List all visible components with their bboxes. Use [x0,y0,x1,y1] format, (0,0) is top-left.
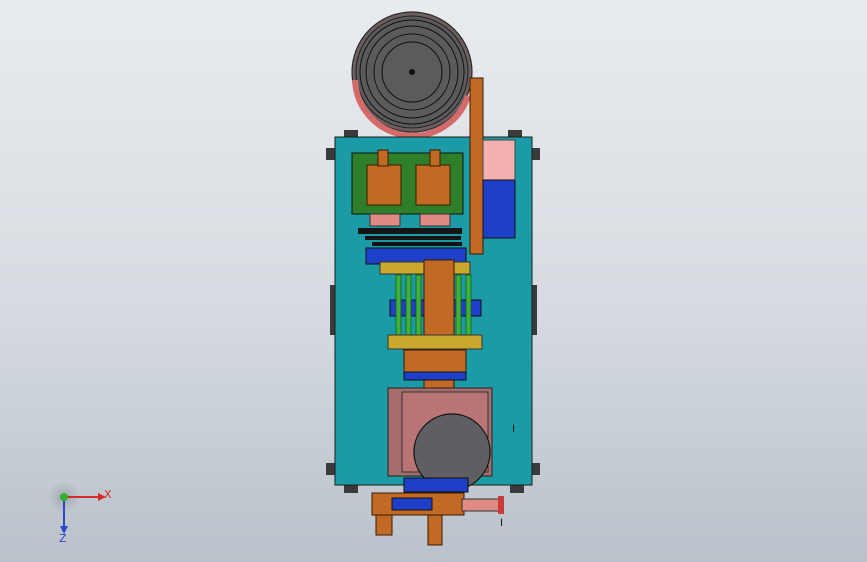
side-mark-2: I [500,517,503,529]
z-axis-label: Z [59,532,67,545]
stacked-plates [358,228,462,246]
cad-model-viewport[interactable]: I I [0,0,867,562]
drive-housing[interactable] [387,387,493,491]
x-axis-label: X [104,488,112,501]
side-arm[interactable] [469,77,516,255]
feeder-bowl [351,11,473,139]
side-mark-1: I [512,423,515,435]
bottom-valve-assembly[interactable] [371,477,504,546]
axis-triad: X Z [48,481,112,545]
